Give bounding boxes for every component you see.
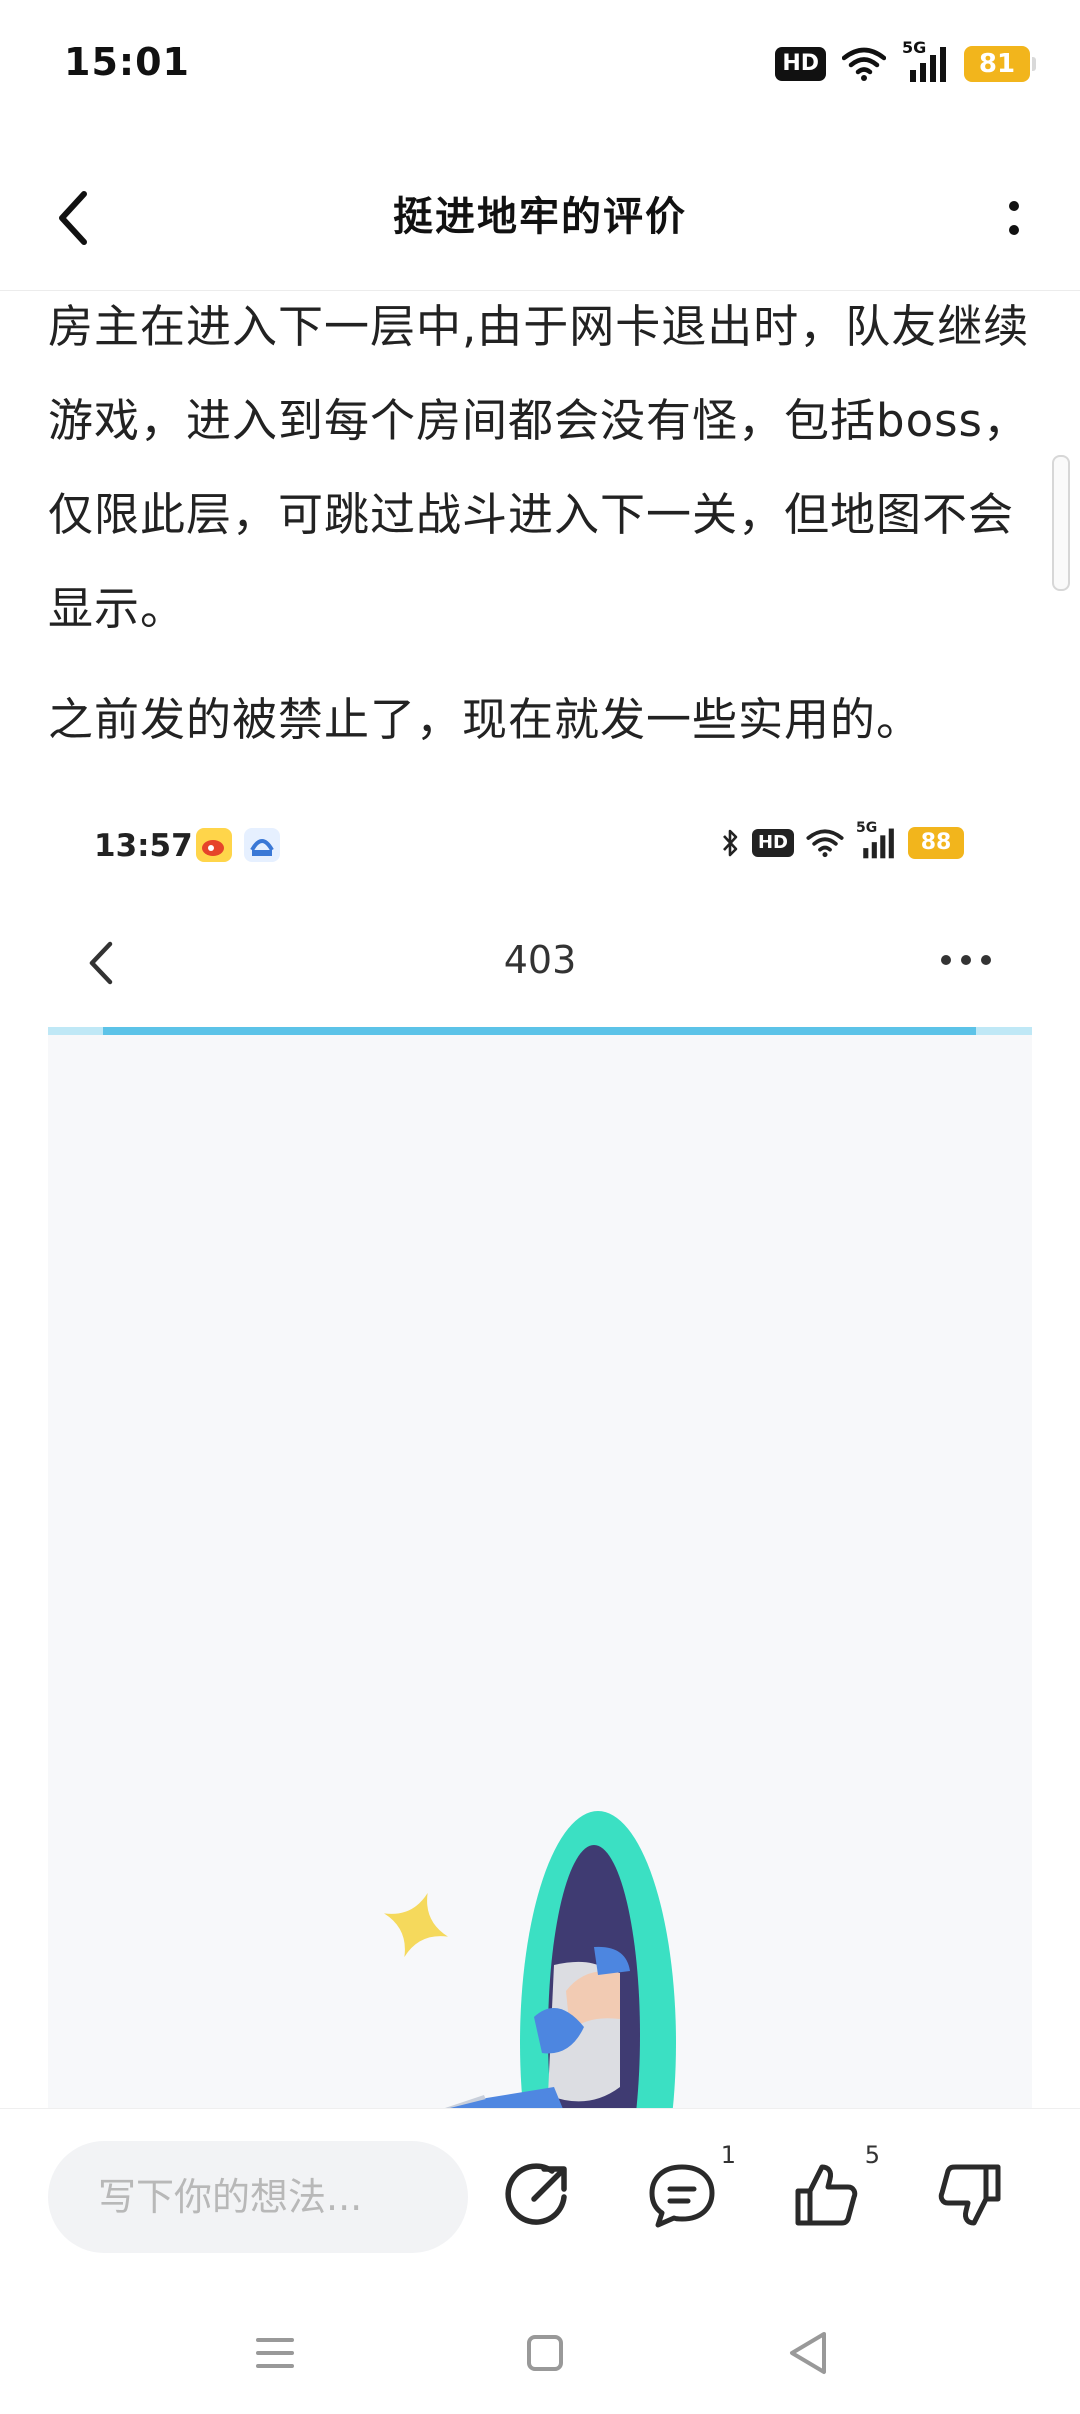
embedded-screenshot-image[interactable]: 13:57 HD 5G 88 403: [48, 780, 1032, 2110]
top-nav-bar: 挺进地牢的评价: [0, 140, 1080, 291]
comment-count: 1: [720, 2141, 736, 2169]
review-body: 房主在进入下一层中,由于网卡退出时，队友继续游戏，进入到每个房间都会没有怪，包括…: [48, 280, 1038, 770]
wifi-icon: [842, 47, 886, 81]
embedded-page-title: 403: [503, 938, 577, 982]
embedded-status-bar: 13:57 HD 5G 88: [48, 780, 1032, 900]
embedded-loading-progress: [48, 1027, 1032, 1035]
embedded-hd-badge: HD: [751, 829, 794, 857]
system-back-button[interactable]: [774, 2318, 844, 2388]
bluetooth-icon: [723, 829, 738, 857]
embedded-status-time: 13:57: [94, 828, 193, 864]
back-triangle-icon: [790, 2332, 826, 2374]
embedded-progress-fill: [103, 1027, 976, 1035]
signal-bars-icon: [910, 47, 946, 82]
bottom-action-bar: 1 5: [0, 2108, 1080, 2289]
battery-indicator: 81: [964, 46, 1036, 82]
review-paragraph: 之前发的被禁止了，现在就发一些实用的。: [48, 693, 923, 746]
hd-badge: HD: [775, 47, 826, 81]
page-title: 挺进地牢的评价: [393, 194, 687, 240]
status-bar: 15:01 HD 5G 81: [0, 0, 1080, 130]
signal-bars-icon: [863, 828, 894, 859]
more-horizontal-icon: [941, 955, 991, 965]
wifi-icon: [806, 829, 844, 858]
app-notification-icon: [244, 828, 280, 862]
share-icon: [505, 2163, 567, 2225]
system-nav-bar: [0, 2290, 1080, 2414]
embedded-signal-icon: 5G: [856, 820, 896, 860]
weibo-icon: [196, 828, 232, 862]
share-button[interactable]: [494, 2151, 584, 2241]
thumbs-down-icon: [938, 2164, 1001, 2226]
like-button[interactable]: 5: [782, 2141, 880, 2241]
embedded-status-icons: HD 5G 88: [720, 820, 964, 860]
portal-character-illustration: [384, 1811, 676, 2110]
comment-input[interactable]: [48, 2141, 468, 2253]
scrollbar[interactable]: [1052, 455, 1070, 591]
home-square-icon: [527, 2335, 563, 2371]
embedded-nav-bar: 403: [48, 900, 1032, 1150]
menu-icon: [256, 2338, 294, 2368]
thumbs-up-icon: [795, 2164, 858, 2226]
review-paragraph: 房主在进入下一层中,由于网卡退出时，队友继续游戏，进入到每个房间都会没有怪，包括…: [48, 300, 1030, 635]
embedded-error-page: [48, 1035, 1032, 2110]
embedded-battery-indicator: 88: [908, 827, 964, 859]
status-time: 15:01: [64, 40, 190, 84]
more-options-button[interactable]: [984, 178, 1044, 258]
like-count: 5: [864, 2141, 880, 2169]
dislike-button[interactable]: [926, 2151, 1016, 2241]
signal-5g-icon: 5G: [902, 38, 948, 84]
more-vertical-icon: [1009, 201, 1019, 235]
status-icons: HD 5G 81: [775, 38, 1036, 86]
home-button[interactable]: [510, 2318, 580, 2388]
recent-apps-button[interactable]: [240, 2318, 310, 2388]
comment-icon: [649, 2164, 715, 2228]
comment-button[interactable]: 1: [638, 2141, 736, 2241]
